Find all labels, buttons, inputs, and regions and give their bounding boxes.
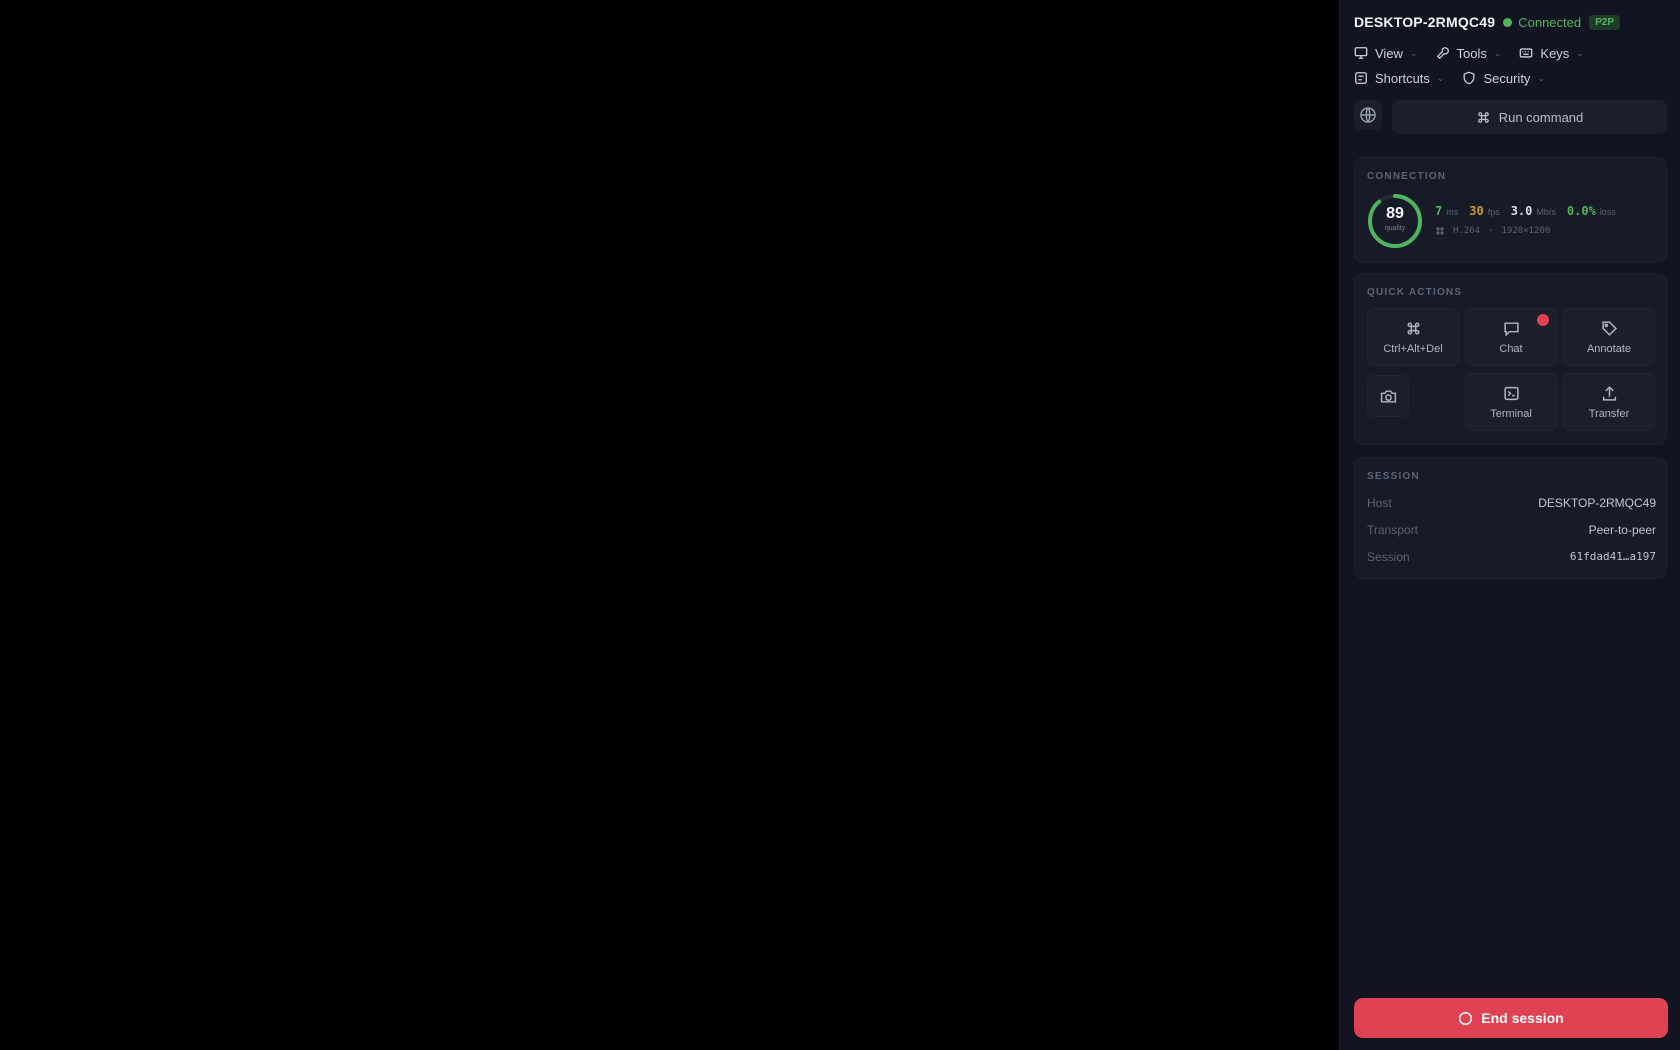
terminal-label: Terminal [1490,407,1532,420]
menu-security[interactable]: Security ⌄ [1462,71,1545,86]
menu-tools-label: Tools [1456,45,1487,61]
chevron-down-icon: ⌄ [1576,47,1584,58]
tag-icon [1601,320,1617,336]
screenshot-button[interactable] [1367,375,1409,417]
command-bar: Run command [1354,100,1667,134]
connection-stats: 7 ms 30 fps 3.0 Mb/s 0.0% loss [1435,202,1616,220]
menu-keys[interactable]: Keys ⌄ [1519,45,1584,61]
transfer-button[interactable]: Transfer [1563,373,1655,431]
bitrate-unit: Mb/s [1536,207,1556,217]
codec-value: H.264 [1453,226,1481,236]
terminal-icon [1503,386,1519,400]
ctrl-alt-del-label: Ctrl+Alt+Del [1383,342,1443,355]
quick-actions-card: QUICK ACTIONS Ctrl+Alt+Del Chat Annotate… [1354,273,1667,445]
upload-icon [1602,385,1616,401]
connection-card-title: CONNECTION [1367,171,1447,182]
run-command-label: Run command [1498,109,1584,125]
stream-details: H.264 · 1920×1200 [1435,226,1550,236]
menu-view-label: View [1375,45,1403,61]
connection-status: Connected [1503,15,1581,30]
loss-unit: loss [1599,207,1616,217]
status-label: Connected [1518,14,1582,30]
status-dot-icon [1503,17,1513,27]
transfer-label: Transfer [1588,407,1630,420]
command-key-icon [1477,111,1489,123]
end-session-label: End session [1481,1010,1564,1026]
power-icon [1459,1011,1473,1025]
panel-header: DESKTOP-2RMQC49 Connected P2P [1354,12,1621,32]
fps-stat: 30 fps [1469,202,1499,220]
session-card: SESSION Host DESKTOP-2RMQC49 Transport P… [1354,457,1667,579]
bitrate-stat: 3.0 Mb/s [1511,202,1556,220]
menu-tools[interactable]: Tools ⌄ [1436,45,1502,61]
annotate-label: Annotate [1586,342,1632,355]
chevron-down-icon: ⌄ [1493,47,1502,58]
globe-button[interactable] [1354,100,1382,130]
session-label: Session [1367,550,1410,564]
quality-label: quality [1384,225,1406,232]
transport-label: Transport [1367,523,1418,537]
chevron-down-icon: ⌄ [1436,72,1445,83]
menu-shortcuts-label: Shortcuts [1375,70,1430,86]
connection-card: CONNECTION 89 quality 7 ms 30 fps 3.0 Mb/s … [1354,157,1667,263]
loss-value: 0.0% [1566,204,1596,218]
chat-button[interactable]: Chat [1465,308,1557,366]
menu-keys-label: Keys [1540,45,1570,61]
session-id-row: Session 61fdad41…a197 [1367,550,1656,564]
loss-stat: 0.0% loss [1567,202,1616,220]
session-side-panel: DESKTOP-2RMQC49 Connected P2P View ⌄ Too… [1339,0,1680,1050]
fps-value: 30 [1469,204,1484,218]
latency-stat: 7 ms [1435,202,1458,220]
codec-icon [1436,227,1444,235]
session-host-row: Host DESKTOP-2RMQC49 [1367,496,1656,510]
transport-badge: P2P [1589,14,1621,30]
notification-badge [1537,314,1549,326]
quick-actions-title: QUICK ACTIONS [1367,287,1463,298]
ctrl-alt-del-button[interactable]: Ctrl+Alt+Del [1367,308,1459,366]
transport-value: Peer-to-peer [1588,523,1656,537]
fps-unit: fps [1487,207,1500,217]
chevron-down-icon: ⌄ [1537,72,1545,83]
bitrate-value: 3.0 [1510,204,1533,218]
camera-icon [1380,389,1396,403]
host-label: Host [1367,496,1392,510]
chat-bubble-icon [1503,321,1519,337]
terminal-button[interactable]: Terminal [1465,373,1557,431]
quality-gauge: 89 quality [1366,192,1424,250]
chat-label: Chat [1499,342,1523,355]
menu-security-label: Security [1483,70,1531,86]
annotate-button[interactable]: Annotate [1563,308,1655,366]
end-session-button[interactable]: End session [1354,998,1668,1038]
host-value: DESKTOP-2RMQC49 [1538,496,1656,510]
menu-view[interactable]: View ⌄ [1354,46,1418,61]
quality-value: 89 [1386,205,1404,222]
separator-dot: · [1488,226,1494,236]
chevron-down-icon: ⌄ [1409,47,1418,58]
latency-unit: ms [1446,207,1459,217]
monitor-icon [1354,47,1368,59]
command-key-icon [1406,321,1420,335]
session-card-title: SESSION [1367,471,1420,482]
run-command-button[interactable]: Run command [1392,100,1667,134]
wrench-icon [1436,47,1449,60]
keyboard-icon [1520,48,1533,58]
shield-icon [1464,71,1475,85]
menu-shortcuts[interactable]: Shortcuts ⌄ [1354,71,1444,86]
globe-icon [1360,107,1376,123]
session-id-value: 61fdad41…a197 [1569,550,1656,563]
remote-desktop-viewport[interactable] [0,0,1339,1050]
latency-value: 7 [1435,204,1443,218]
command-icon [1355,72,1367,84]
resolution-value: 1920×1200 [1501,226,1551,236]
menu-bar: View ⌄ Tools ⌄ Keys ⌄ Shortcuts ⌄ Securi… [1354,43,1664,93]
hostname-title: DESKTOP-2RMQC49 [1354,14,1496,30]
session-transport-row: Transport Peer-to-peer [1367,523,1656,537]
